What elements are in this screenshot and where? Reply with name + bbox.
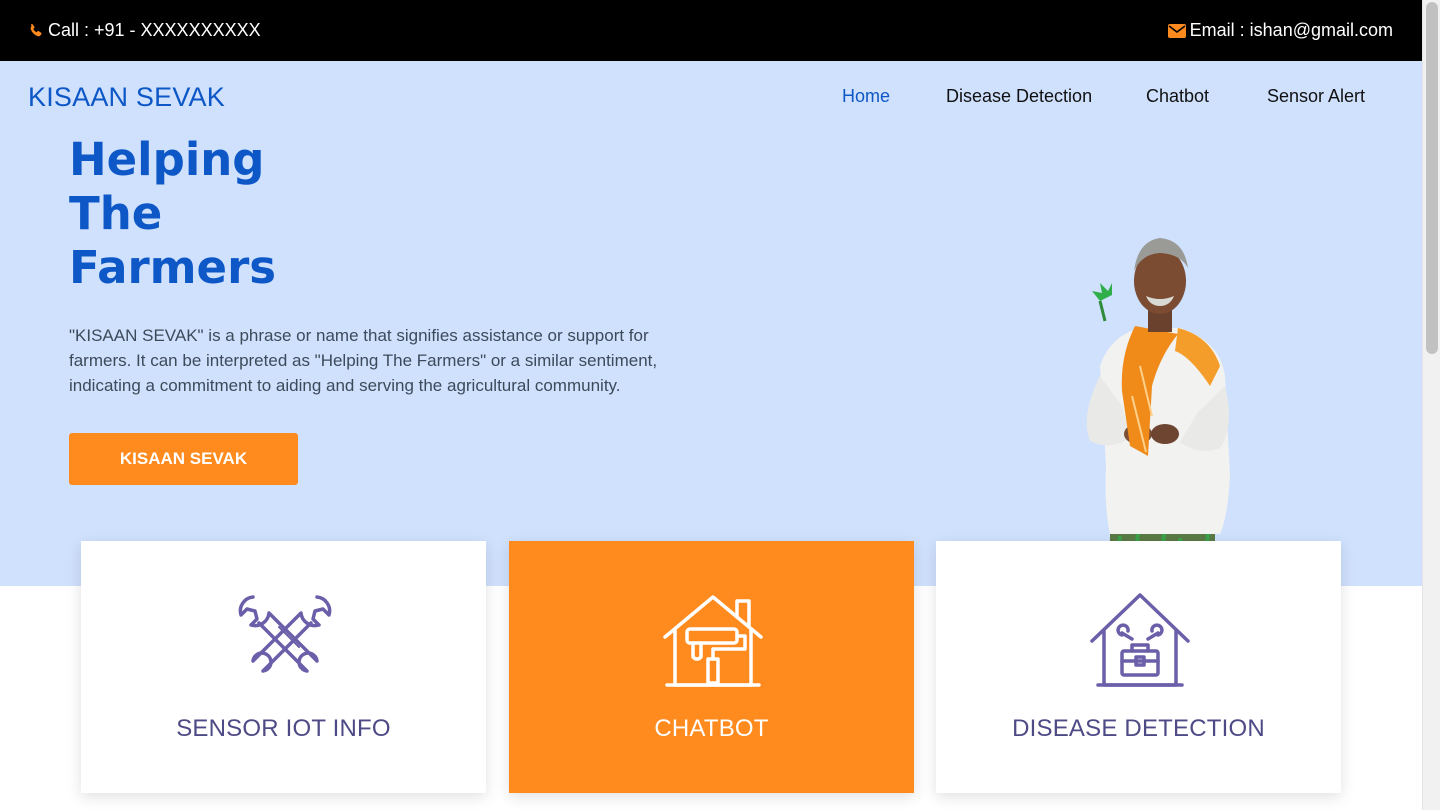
hero-description: "KISAAN SEVAK" is a phrase or name that … xyxy=(69,326,658,395)
scrollbar-thumb[interactable] xyxy=(1426,2,1438,354)
card-label: CHATBOT xyxy=(654,715,769,742)
nav-home[interactable]: Home xyxy=(842,86,890,107)
sensor-iot-info-card[interactable]: SENSOR IOT INFO xyxy=(81,541,486,793)
call-text: Call : +91 - XXXXXXXXXX xyxy=(48,20,261,40)
email-info: Email : ishan@gmail.com xyxy=(1167,20,1393,41)
house-toolbox-icon xyxy=(1090,593,1190,687)
email-text[interactable]: Email : ishan@gmail.com xyxy=(1190,20,1393,41)
farmer-image xyxy=(1086,238,1230,576)
main-nav: Home Disease Detection Chatbot Sensor Al… xyxy=(0,86,1422,110)
chatbot-card[interactable]: CHATBOT xyxy=(509,541,914,793)
house-paint-roller-icon xyxy=(663,595,763,687)
hero-headline: Helping The Farmers xyxy=(69,133,369,295)
card-label: DISEASE DETECTION xyxy=(1012,715,1265,742)
hero-section: KISAAN SEVAK Home Disease Detection Chat… xyxy=(0,61,1422,586)
card-label: SENSOR IOT INFO xyxy=(176,715,391,742)
envelope-icon xyxy=(1167,23,1186,38)
headline-line: The xyxy=(69,187,163,240)
headline-line: Helping xyxy=(69,133,265,186)
nav-disease-detection[interactable]: Disease Detection xyxy=(946,86,1092,107)
kisaan-sevak-button[interactable]: KISAAN SEVAK xyxy=(69,433,298,485)
top-contact-bar: Call : +91 - XXXXXXXXXX Email : ishan@gm… xyxy=(0,0,1422,61)
headline-line: Farmers xyxy=(69,241,277,294)
disease-detection-card[interactable]: DISEASE DETECTION xyxy=(936,541,1341,793)
nav-chatbot[interactable]: Chatbot xyxy=(1146,86,1209,107)
crossed-wrenches-icon xyxy=(238,595,332,673)
page-scrollbar[interactable] xyxy=(1422,0,1440,810)
nav-sensor-alert[interactable]: Sensor Alert xyxy=(1267,86,1365,107)
phone-icon xyxy=(28,23,44,39)
call-info: Call : +91 - XXXXXXXXXX xyxy=(28,20,261,41)
